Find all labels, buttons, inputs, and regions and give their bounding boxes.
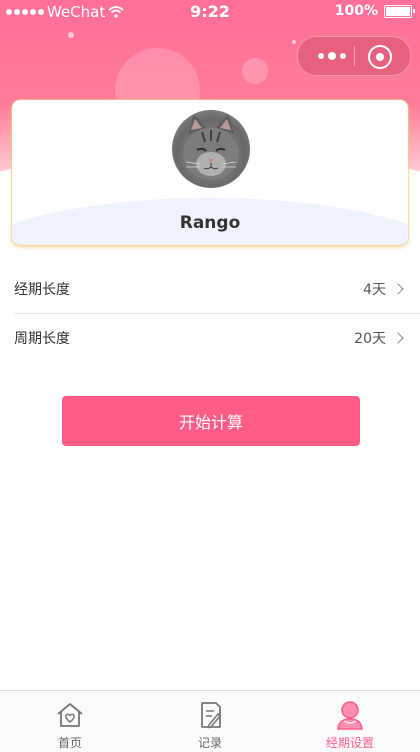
tab-period-settings[interactable]: 经期设置 <box>280 691 420 752</box>
decor-bubble <box>242 58 268 84</box>
setting-label: 周期长度 <box>14 331 70 347</box>
setting-label: 经期长度 <box>14 282 70 298</box>
miniprogram-capsule <box>297 36 411 76</box>
settings-list: 经期长度 4天 周期长度 20天 <box>0 265 420 362</box>
profile-card: Rango <box>12 100 408 245</box>
profile-name: Rango <box>179 213 241 233</box>
tab-home[interactable]: 首页 <box>0 691 140 752</box>
status-bar: WeChat 9:22 100% <box>0 0 420 24</box>
chevron-right-icon <box>392 283 404 295</box>
tab-bar: 首页 记录 经期设置 <box>0 690 420 752</box>
setting-value: 20天 <box>354 331 386 347</box>
battery-percent: 100% <box>334 3 378 19</box>
setting-value: 4天 <box>363 282 386 298</box>
capsule-divider <box>354 46 355 66</box>
period-settings-icon <box>337 701 363 730</box>
tab-label: 记录 <box>197 736 222 750</box>
more-icon[interactable] <box>312 49 352 63</box>
close-icon[interactable] <box>368 45 392 69</box>
decor-dot <box>292 40 296 44</box>
decor-dot <box>68 32 74 38</box>
battery-icon <box>384 4 415 18</box>
tab-label: 经期设置 <box>325 736 374 750</box>
home-icon <box>57 703 83 727</box>
record-icon <box>201 702 222 729</box>
tab-record[interactable]: 记录 <box>140 691 280 752</box>
chevron-right-icon <box>392 332 404 344</box>
cat-avatar-icon <box>183 114 239 180</box>
tab-label: 首页 <box>57 736 82 750</box>
setting-period-length[interactable]: 经期长度 4天 <box>0 265 420 313</box>
avatar[interactable] <box>172 110 250 188</box>
setting-value-group: 4天 <box>363 279 406 299</box>
start-calculate-button[interactable]: 开始计算 <box>62 396 360 446</box>
battery-indicator: 100% <box>334 3 415 19</box>
setting-cycle-length[interactable]: 周期长度 20天 <box>14 313 420 362</box>
setting-value-group: 20天 <box>354 328 406 348</box>
